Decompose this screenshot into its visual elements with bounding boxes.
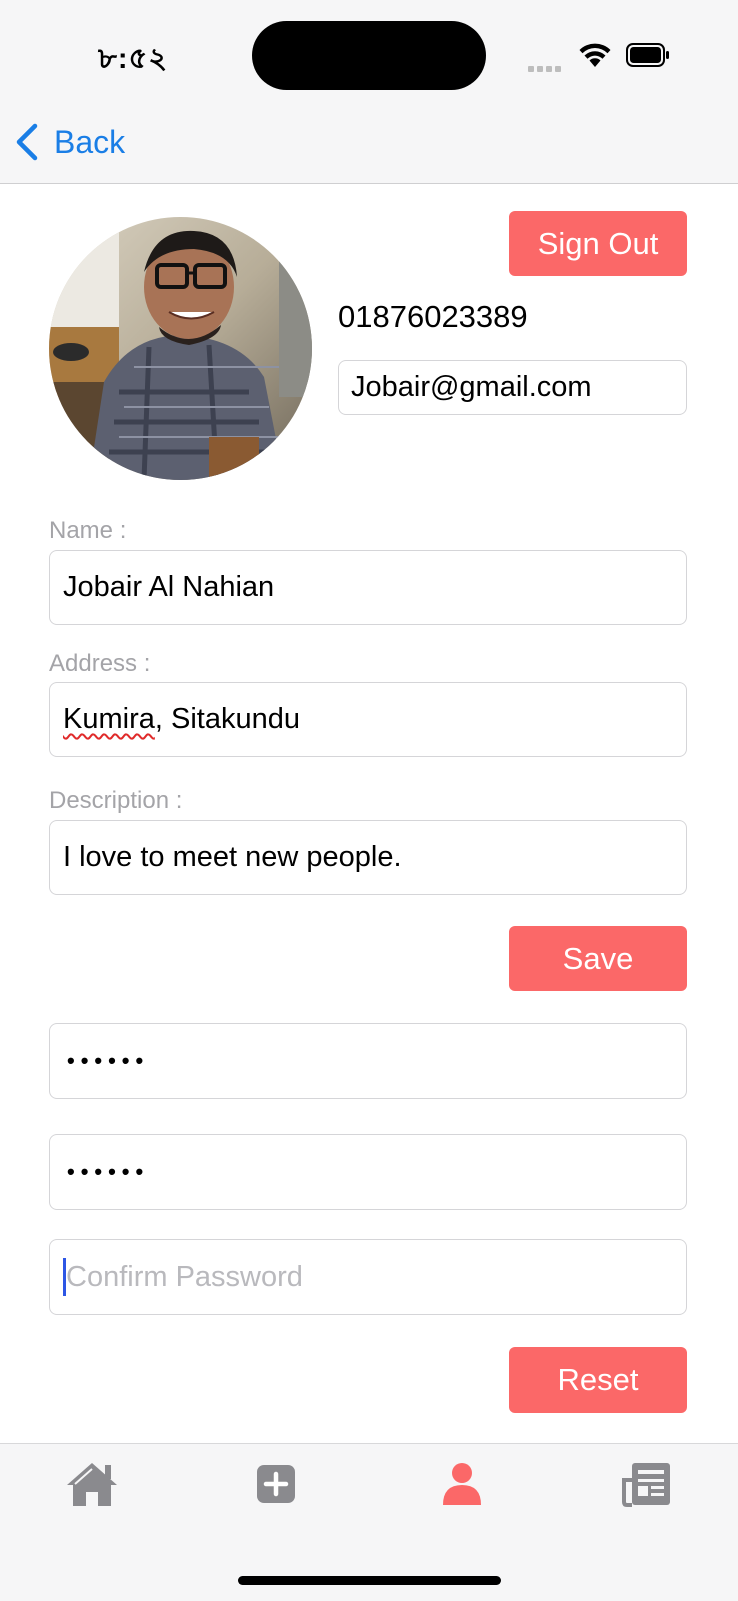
address-value: , Sitakundu — [154, 703, 300, 735]
current-password-value: •••••• — [67, 1048, 150, 1073]
home-indicator — [238, 1576, 501, 1585]
back-label: Back — [54, 123, 126, 160]
person-icon — [443, 1463, 481, 1505]
address-label: Address : — [49, 650, 151, 677]
phone-number: 01876023389 — [338, 299, 528, 334]
email-value: Jobair@gmail.com — [351, 371, 592, 403]
newspaper-icon — [622, 1463, 670, 1507]
tab-add[interactable] — [246, 1458, 306, 1510]
reset-button[interactable]: Reset — [509, 1347, 687, 1413]
new-password-value: •••••• — [67, 1159, 150, 1184]
dynamic-island — [252, 21, 486, 90]
confirm-password-input[interactable]: Confirm Password — [49, 1239, 687, 1315]
tab-home[interactable] — [62, 1458, 122, 1510]
chevron-left-icon — [16, 123, 38, 161]
description-label: Description : — [49, 787, 183, 814]
profile-photo — [49, 217, 312, 480]
wifi-icon — [579, 43, 611, 67]
name-input[interactable]: Jobair Al Nahian — [49, 550, 687, 625]
battery-icon — [626, 43, 669, 67]
current-password-input[interactable]: •••••• — [49, 1023, 687, 1099]
plus-square-icon — [257, 1465, 295, 1503]
tab-profile[interactable] — [432, 1458, 492, 1510]
description-input[interactable]: I love to meet new people. — [49, 820, 687, 895]
email-field[interactable]: Jobair@gmail.com — [338, 360, 687, 415]
new-password-input[interactable]: •••••• — [49, 1134, 687, 1210]
sign-out-button[interactable]: Sign Out — [509, 211, 687, 276]
navigation-bar: ৮:৫২ Back — [0, 0, 738, 184]
profile-avatar[interactable] — [49, 217, 312, 480]
description-value: I love to meet new people. — [63, 841, 402, 873]
back-button[interactable]: Back — [14, 118, 125, 166]
name-value: Jobair Al Nahian — [63, 571, 275, 603]
name-label: Name : — [49, 517, 127, 544]
status-time: ৮:৫২ — [98, 43, 169, 75]
home-icon — [67, 1463, 117, 1506]
spellcheck-word: Kumira — [63, 703, 155, 735]
address-input[interactable]: Kumira, Sitakundu — [49, 682, 687, 757]
confirm-password-placeholder: Confirm Password — [66, 1260, 303, 1293]
tab-news[interactable] — [616, 1458, 676, 1510]
save-button[interactable]: Save — [509, 926, 687, 991]
cellular-signal-icon — [528, 59, 566, 72]
